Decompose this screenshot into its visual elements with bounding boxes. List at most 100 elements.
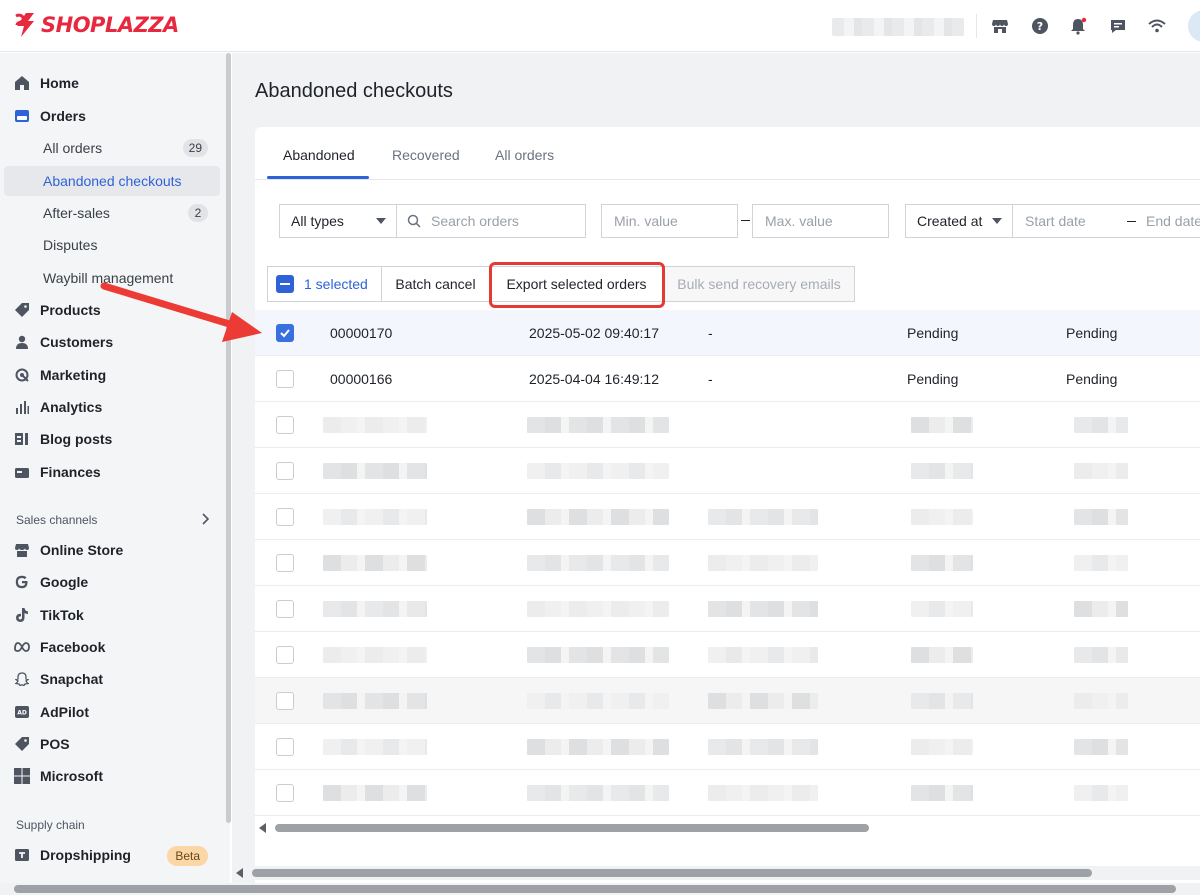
- store-name-blurred: [832, 18, 964, 36]
- sidebar-item-google[interactable]: Google: [4, 567, 220, 597]
- row-checkbox[interactable]: [276, 508, 294, 526]
- row-checkbox[interactable]: [276, 370, 294, 388]
- table-row[interactable]: [255, 586, 1200, 632]
- table-row[interactable]: [255, 540, 1200, 586]
- sidebar-item-facebook[interactable]: Facebook: [4, 632, 220, 662]
- redacted-cell: [323, 785, 427, 801]
- store-icon[interactable]: [989, 15, 1011, 37]
- table-row[interactable]: 00000170 2025-05-02 09:40:17 - Pending P…: [255, 310, 1200, 356]
- caret-down-icon: [992, 218, 1002, 224]
- sidebar-item-online-store[interactable]: Online Store: [4, 535, 220, 565]
- table-row[interactable]: [255, 494, 1200, 540]
- sidebar-item-adpilot[interactable]: AD AdPilot: [4, 697, 220, 727]
- table-row[interactable]: [255, 402, 1200, 448]
- main-scroll-thumb[interactable]: [252, 869, 1092, 877]
- sidebar-item-products[interactable]: Products: [4, 295, 220, 325]
- date-type-select[interactable]: Created at: [905, 204, 1013, 238]
- sidebar-item-after-sales[interactable]: After-sales 2: [4, 198, 220, 228]
- window-scroll-thumb[interactable]: [14, 885, 1176, 893]
- chevron-right-icon[interactable]: [201, 512, 211, 526]
- table-row[interactable]: [255, 448, 1200, 494]
- search-input[interactable]: Search orders: [396, 204, 586, 238]
- order-id[interactable]: 00000166: [330, 371, 392, 387]
- sidebar-item-all-orders[interactable]: All orders 29: [4, 133, 220, 163]
- tab-recovered[interactable]: Recovered: [392, 147, 460, 163]
- sidebar-item-pos[interactable]: POS: [4, 729, 220, 759]
- table-row[interactable]: [255, 724, 1200, 770]
- sidebar-item-abandoned-checkouts[interactable]: Abandoned checkouts: [4, 166, 220, 196]
- row-checkbox[interactable]: [276, 600, 294, 618]
- selected-count-toggle[interactable]: 1 selected: [267, 266, 382, 302]
- tab-abandoned[interactable]: Abandoned: [283, 147, 355, 163]
- pos-tag-icon: [13, 735, 31, 753]
- help-icon[interactable]: ?: [1029, 15, 1051, 37]
- row-checkbox[interactable]: [276, 738, 294, 756]
- redacted-cell: [323, 463, 427, 479]
- max-value-input[interactable]: Max. value: [752, 204, 889, 238]
- scroll-left-arrow-icon[interactable]: [259, 823, 266, 833]
- snapchat-icon: [13, 670, 31, 688]
- order-id[interactable]: 00000170: [330, 325, 392, 341]
- sidebar-item-tiktok[interactable]: TikTok: [4, 600, 220, 630]
- sidebar-item-orders[interactable]: Orders: [4, 101, 220, 131]
- wifi-icon[interactable]: [1146, 15, 1168, 37]
- table-row[interactable]: [255, 770, 1200, 816]
- row-checkbox[interactable]: [276, 784, 294, 802]
- sidebar-item-marketing[interactable]: Marketing: [4, 360, 220, 390]
- row-checkbox[interactable]: [276, 692, 294, 710]
- sidebar-item-blog-posts[interactable]: Blog posts: [4, 424, 220, 454]
- sidebar-item-label: Marketing: [40, 367, 107, 383]
- redacted-cell: [527, 555, 669, 571]
- table-horizontal-scrollbar[interactable]: [255, 821, 1200, 833]
- table-row[interactable]: [255, 632, 1200, 678]
- sidebar-item-snapchat[interactable]: Snapchat: [4, 664, 220, 694]
- row-checkbox[interactable]: [276, 416, 294, 434]
- sidebar-item-microsoft[interactable]: Microsoft: [4, 761, 220, 791]
- indeterminate-checkbox[interactable]: [276, 275, 294, 293]
- sidebar-item-dropshipping[interactable]: Dropshipping Beta: [4, 840, 220, 870]
- table-row[interactable]: [255, 678, 1200, 724]
- sidebar-item-finances[interactable]: Finances: [4, 457, 220, 487]
- beta-badge: Beta: [167, 846, 208, 866]
- sidebar-item-waybill-management[interactable]: Waybill management: [4, 263, 220, 293]
- sidebar-item-disputes[interactable]: Disputes: [4, 230, 220, 260]
- sidebar-item-analytics[interactable]: Analytics: [4, 392, 220, 422]
- date-range-input[interactable]: Start date End date: [1012, 204, 1200, 238]
- table-row[interactable]: 00000166 2025-04-04 16:49:12 - Pending P…: [255, 356, 1200, 402]
- sidebar-item-label: Home: [40, 75, 79, 91]
- row-checkbox[interactable]: [276, 462, 294, 480]
- top-bar: SHOPLAZZA ?: [0, 0, 1200, 52]
- sidebar-item-customers[interactable]: Customers: [4, 327, 220, 357]
- sidebar-item-home[interactable]: Home: [4, 68, 220, 98]
- google-icon: [13, 573, 31, 591]
- active-tab-indicator: [267, 176, 369, 179]
- chat-icon[interactable]: [1107, 15, 1129, 37]
- page-title: Abandoned checkouts: [255, 80, 453, 102]
- redacted-cell: [708, 509, 818, 525]
- redacted-cell: [708, 601, 818, 617]
- table-scroll-thumb[interactable]: [275, 824, 869, 832]
- end-date-placeholder: End date: [1146, 213, 1200, 229]
- microsoft-icon: [13, 767, 31, 785]
- row-checkbox[interactable]: [276, 554, 294, 572]
- redacted-cell: [527, 785, 669, 801]
- type-select[interactable]: All types: [279, 204, 397, 238]
- scroll-left-arrow-icon[interactable]: [236, 868, 243, 878]
- bell-icon[interactable]: [1067, 15, 1089, 37]
- redacted-cell: [911, 417, 973, 433]
- bulk-send-label: Bulk send recovery emails: [677, 276, 841, 292]
- row-checkbox[interactable]: [276, 324, 294, 342]
- bulk-send-recovery-emails-button[interactable]: Bulk send recovery emails: [663, 266, 855, 302]
- main-horizontal-scrollbar[interactable]: [232, 866, 1200, 880]
- sidebar-item-label: POS: [40, 736, 70, 752]
- tab-all-orders[interactable]: All orders: [495, 147, 554, 163]
- min-value-input[interactable]: Min. value: [601, 204, 738, 238]
- row-checkbox[interactable]: [276, 646, 294, 664]
- shoplazza-logo[interactable]: SHOPLAZZA: [14, 12, 179, 38]
- window-horizontal-scrollbar[interactable]: [0, 883, 1200, 895]
- sidebar-item-label: Facebook: [40, 639, 106, 655]
- avatar[interactable]: [1188, 10, 1200, 42]
- batch-cancel-button[interactable]: Batch cancel: [381, 266, 490, 302]
- sidebar-scrollbar[interactable]: [226, 53, 231, 823]
- store-icon: [13, 541, 31, 559]
